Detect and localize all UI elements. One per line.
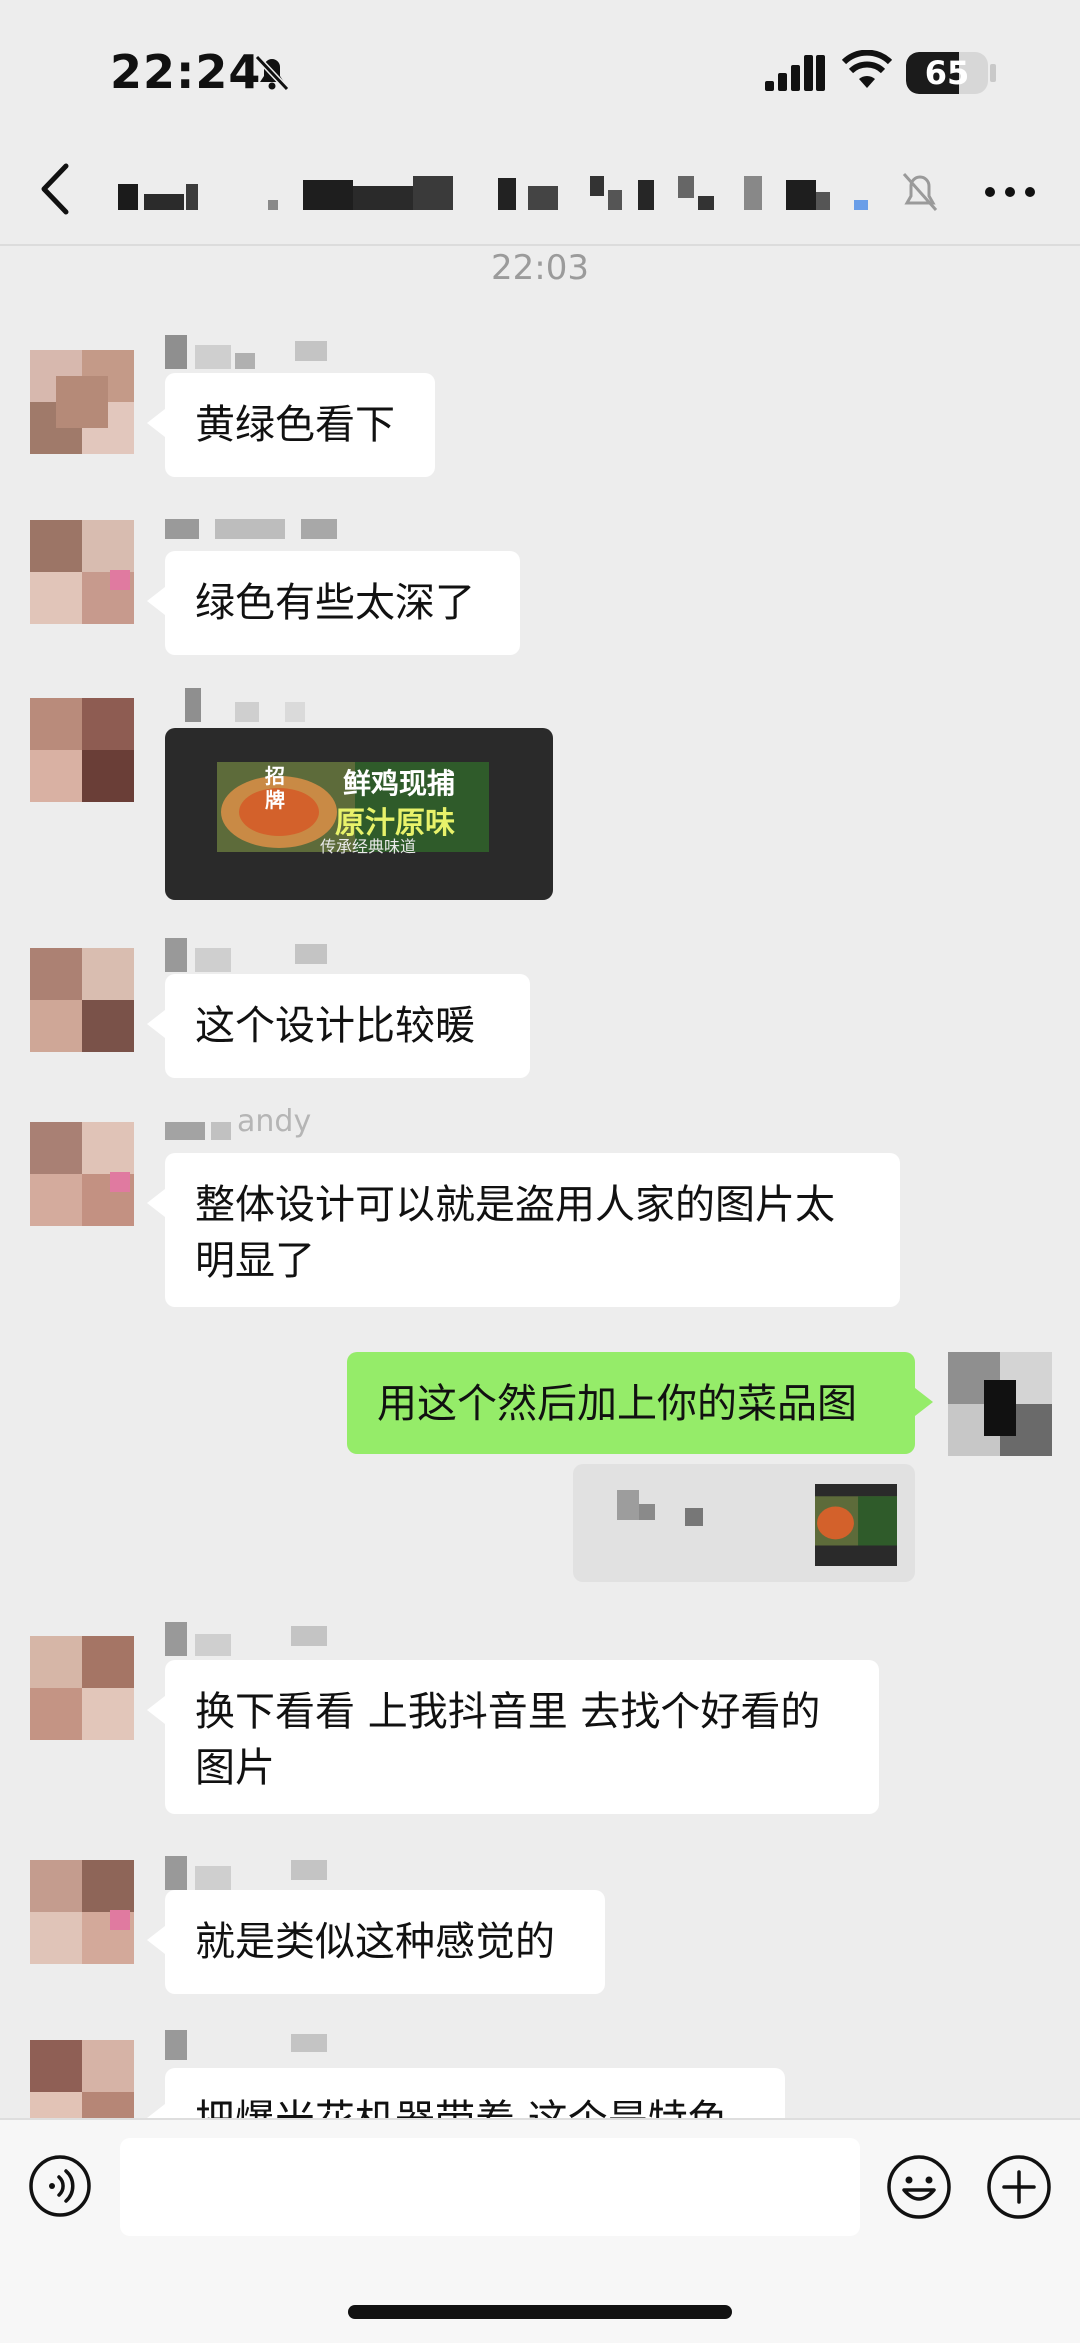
message-bubble[interactable]: 绿色有些太深了: [147, 551, 520, 655]
contact-avatar[interactable]: [30, 350, 134, 454]
sender-name-pixelated: [165, 938, 345, 972]
contact-avatar[interactable]: [30, 1636, 134, 1740]
message-bubble[interactable]: 这个设计比较暖: [147, 974, 530, 1078]
message-bubble[interactable]: 换下看看 上我抖音里 去找个好看的 图片: [147, 1660, 879, 1814]
sender-name-pixelated: [165, 515, 365, 549]
message-input[interactable]: [120, 2138, 860, 2236]
home-indicator: [348, 2305, 732, 2319]
back-arrow-icon[interactable]: [38, 160, 72, 218]
status-time: 22:24: [110, 45, 262, 99]
message-bubble[interactable]: 黄绿色看下: [147, 373, 435, 477]
contact-avatar[interactable]: [30, 698, 134, 802]
sender-name-pixelated: [165, 1856, 345, 1890]
contact-avatar[interactable]: [30, 520, 134, 624]
sender-name-fragment: andy: [237, 1104, 312, 1139]
sender-name-pixelated: [165, 1622, 345, 1656]
contact-avatar[interactable]: [30, 1860, 134, 1964]
bell-off-icon: [254, 54, 290, 92]
poster-title: 鲜鸡现捕: [343, 767, 456, 800]
cellular-signal-icon: [765, 55, 825, 91]
message-timestamp: 22:03: [491, 248, 589, 288]
my-avatar[interactable]: [948, 1352, 1052, 1456]
voice-input-icon[interactable]: [28, 2154, 92, 2218]
poster-badge: 招牌: [265, 764, 285, 812]
emoji-icon[interactable]: [886, 2154, 952, 2220]
wifi-icon: [842, 50, 892, 88]
quoted-image-thumbnail: [815, 1484, 897, 1566]
sender-name-pixelated: [165, 2030, 345, 2064]
message-bubble[interactable]: 整体设计可以就是盗用人家的图片太 明显了: [147, 1153, 900, 1307]
message-bubble[interactable]: 就是类似这种感觉的: [147, 1890, 605, 1994]
image-message[interactable]: 招牌 鲜鸡现捕 原汁原味 传承经典味道: [165, 728, 553, 900]
contact-avatar[interactable]: [30, 948, 134, 1052]
nav-divider: [0, 244, 1080, 246]
battery-level: 65: [924, 54, 970, 92]
battery-cap: [990, 64, 996, 82]
add-attachment-icon[interactable]: [986, 2154, 1052, 2220]
chat-title-pixelated: [118, 176, 868, 210]
poster-footer: 传承经典味道: [320, 837, 417, 856]
sender-name-pixelated: [165, 335, 345, 369]
battery-indicator: 65: [906, 52, 988, 94]
contact-avatar[interactable]: [30, 1122, 134, 1226]
more-options-icon[interactable]: [980, 170, 1040, 214]
sender-name-pixelated: [165, 688, 315, 722]
quoted-message[interactable]: [573, 1464, 915, 1582]
mute-notifications-icon: [902, 173, 938, 211]
outgoing-message-bubble[interactable]: 用这个然后加上你的菜品图: [347, 1352, 933, 1454]
